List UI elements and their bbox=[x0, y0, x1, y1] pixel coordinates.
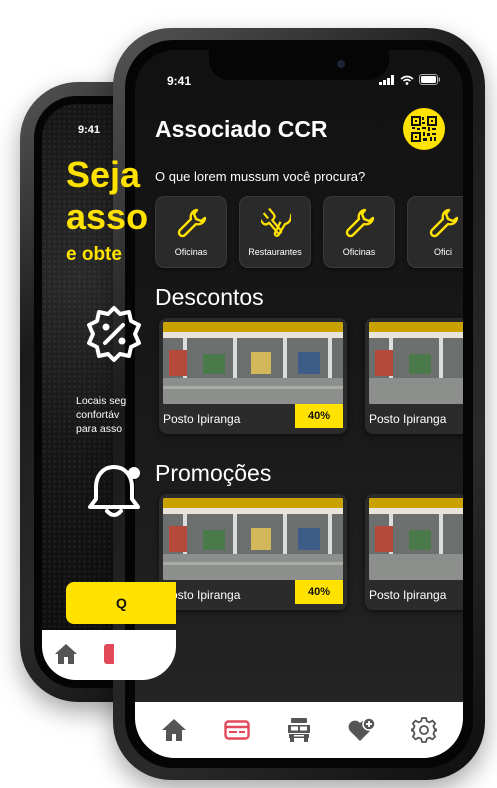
back-cta-button[interactable]: Q bbox=[66, 582, 176, 624]
page-title: Associado CCR bbox=[155, 116, 328, 142]
wrench-icon bbox=[429, 208, 459, 238]
card-name: Posto Ipiranga bbox=[369, 412, 447, 426]
tab-home[interactable] bbox=[159, 715, 189, 745]
app-screen: 9:41 Associado CCR O que lorem mussum vo… bbox=[135, 50, 463, 758]
category-oficinas[interactable]: Oficinas bbox=[155, 196, 227, 268]
category-oficinas[interactable]: Oficinas bbox=[323, 196, 395, 268]
heart-plus-icon bbox=[348, 717, 376, 741]
gas-station-image bbox=[369, 498, 463, 580]
bell-icon bbox=[88, 465, 140, 517]
card-name: Posto Ipiranga bbox=[369, 588, 447, 602]
battery-icon bbox=[419, 74, 440, 85]
truck-icon bbox=[287, 718, 310, 742]
back-body-line3: para asso bbox=[76, 423, 123, 435]
category-label: Restaurantes bbox=[248, 247, 302, 257]
category-oficinas-partial[interactable]: Ofici bbox=[407, 196, 463, 268]
status-time: 9:41 bbox=[167, 74, 192, 88]
tab-truck[interactable] bbox=[284, 715, 314, 745]
section-title-descontos: Descontos bbox=[155, 284, 264, 310]
wrench-icon bbox=[177, 208, 207, 238]
signal-icon bbox=[379, 74, 394, 85]
promo-card[interactable]: Posto Ipiranga bbox=[365, 494, 463, 610]
tab-favorites[interactable] bbox=[346, 715, 376, 745]
discount-badge: 40% bbox=[295, 580, 343, 604]
discount-card[interactable]: Posto Ipiranga bbox=[365, 318, 463, 434]
qr-code-icon bbox=[411, 116, 437, 142]
gas-station-photo bbox=[369, 322, 463, 404]
front-camera bbox=[337, 60, 345, 68]
category-restaurantes[interactable]: Restaurantes bbox=[239, 196, 311, 268]
promo-card[interactable]: Posto Ipiranga 40% bbox=[159, 494, 347, 610]
home-icon bbox=[162, 719, 187, 741]
search-question: O que lorem mussum você procura? bbox=[155, 169, 366, 184]
bottom-tabbar bbox=[135, 702, 463, 758]
category-label: Oficinas bbox=[342, 247, 376, 257]
back-body-text: Locais seg confortáv para asso bbox=[76, 394, 176, 436]
gas-station-image bbox=[369, 322, 463, 404]
back-title-line2: asso bbox=[66, 196, 149, 237]
gas-station-photo bbox=[163, 498, 343, 580]
back-body-line1: Locais seg bbox=[76, 395, 127, 407]
descontos-list: Posto Ipiranga 40% Posto Ipiranga bbox=[159, 318, 463, 434]
promocoes-list: Posto Ipiranga 40% Posto Ipiranga bbox=[159, 494, 463, 610]
back-home-icon[interactable] bbox=[54, 643, 78, 665]
discount-badge: 40% bbox=[295, 404, 343, 428]
category-label: Ofici bbox=[434, 247, 452, 257]
back-title: Seja asso bbox=[66, 154, 148, 238]
back-body-line2: confortáv bbox=[76, 409, 120, 421]
discount-card[interactable]: Posto Ipiranga 40% bbox=[159, 318, 347, 434]
section-title-promocoes: Promoções bbox=[155, 460, 272, 486]
gas-station-image bbox=[163, 322, 343, 404]
discount-badge-icon bbox=[87, 306, 141, 362]
back-tabbar bbox=[42, 630, 176, 680]
wrench-icon bbox=[345, 208, 375, 238]
fork-knife-icon bbox=[261, 208, 291, 237]
back-subtitle: e obte bbox=[66, 244, 122, 265]
category-label: Oficinas bbox=[174, 247, 208, 257]
notch bbox=[209, 50, 389, 80]
tab-settings[interactable] bbox=[409, 715, 439, 745]
tab-card[interactable] bbox=[222, 715, 252, 745]
front-phone-bezel: 9:41 Associado CCR O que lorem mussum vo… bbox=[125, 40, 473, 768]
gas-station-photo bbox=[369, 498, 463, 580]
gas-station-image bbox=[163, 498, 343, 580]
status-icons bbox=[379, 74, 441, 85]
wifi-icon bbox=[400, 75, 414, 85]
settings-icon bbox=[410, 717, 437, 743]
back-card-icon[interactable] bbox=[104, 644, 114, 664]
back-title-line1: Seja bbox=[66, 154, 141, 195]
category-list: Oficinas Restaurantes Oficinas Ofici bbox=[155, 196, 463, 268]
gas-station-photo bbox=[163, 322, 343, 404]
card-icon bbox=[223, 720, 250, 740]
qr-code-button[interactable] bbox=[403, 108, 445, 150]
back-status-time: 9:41 bbox=[78, 124, 101, 136]
